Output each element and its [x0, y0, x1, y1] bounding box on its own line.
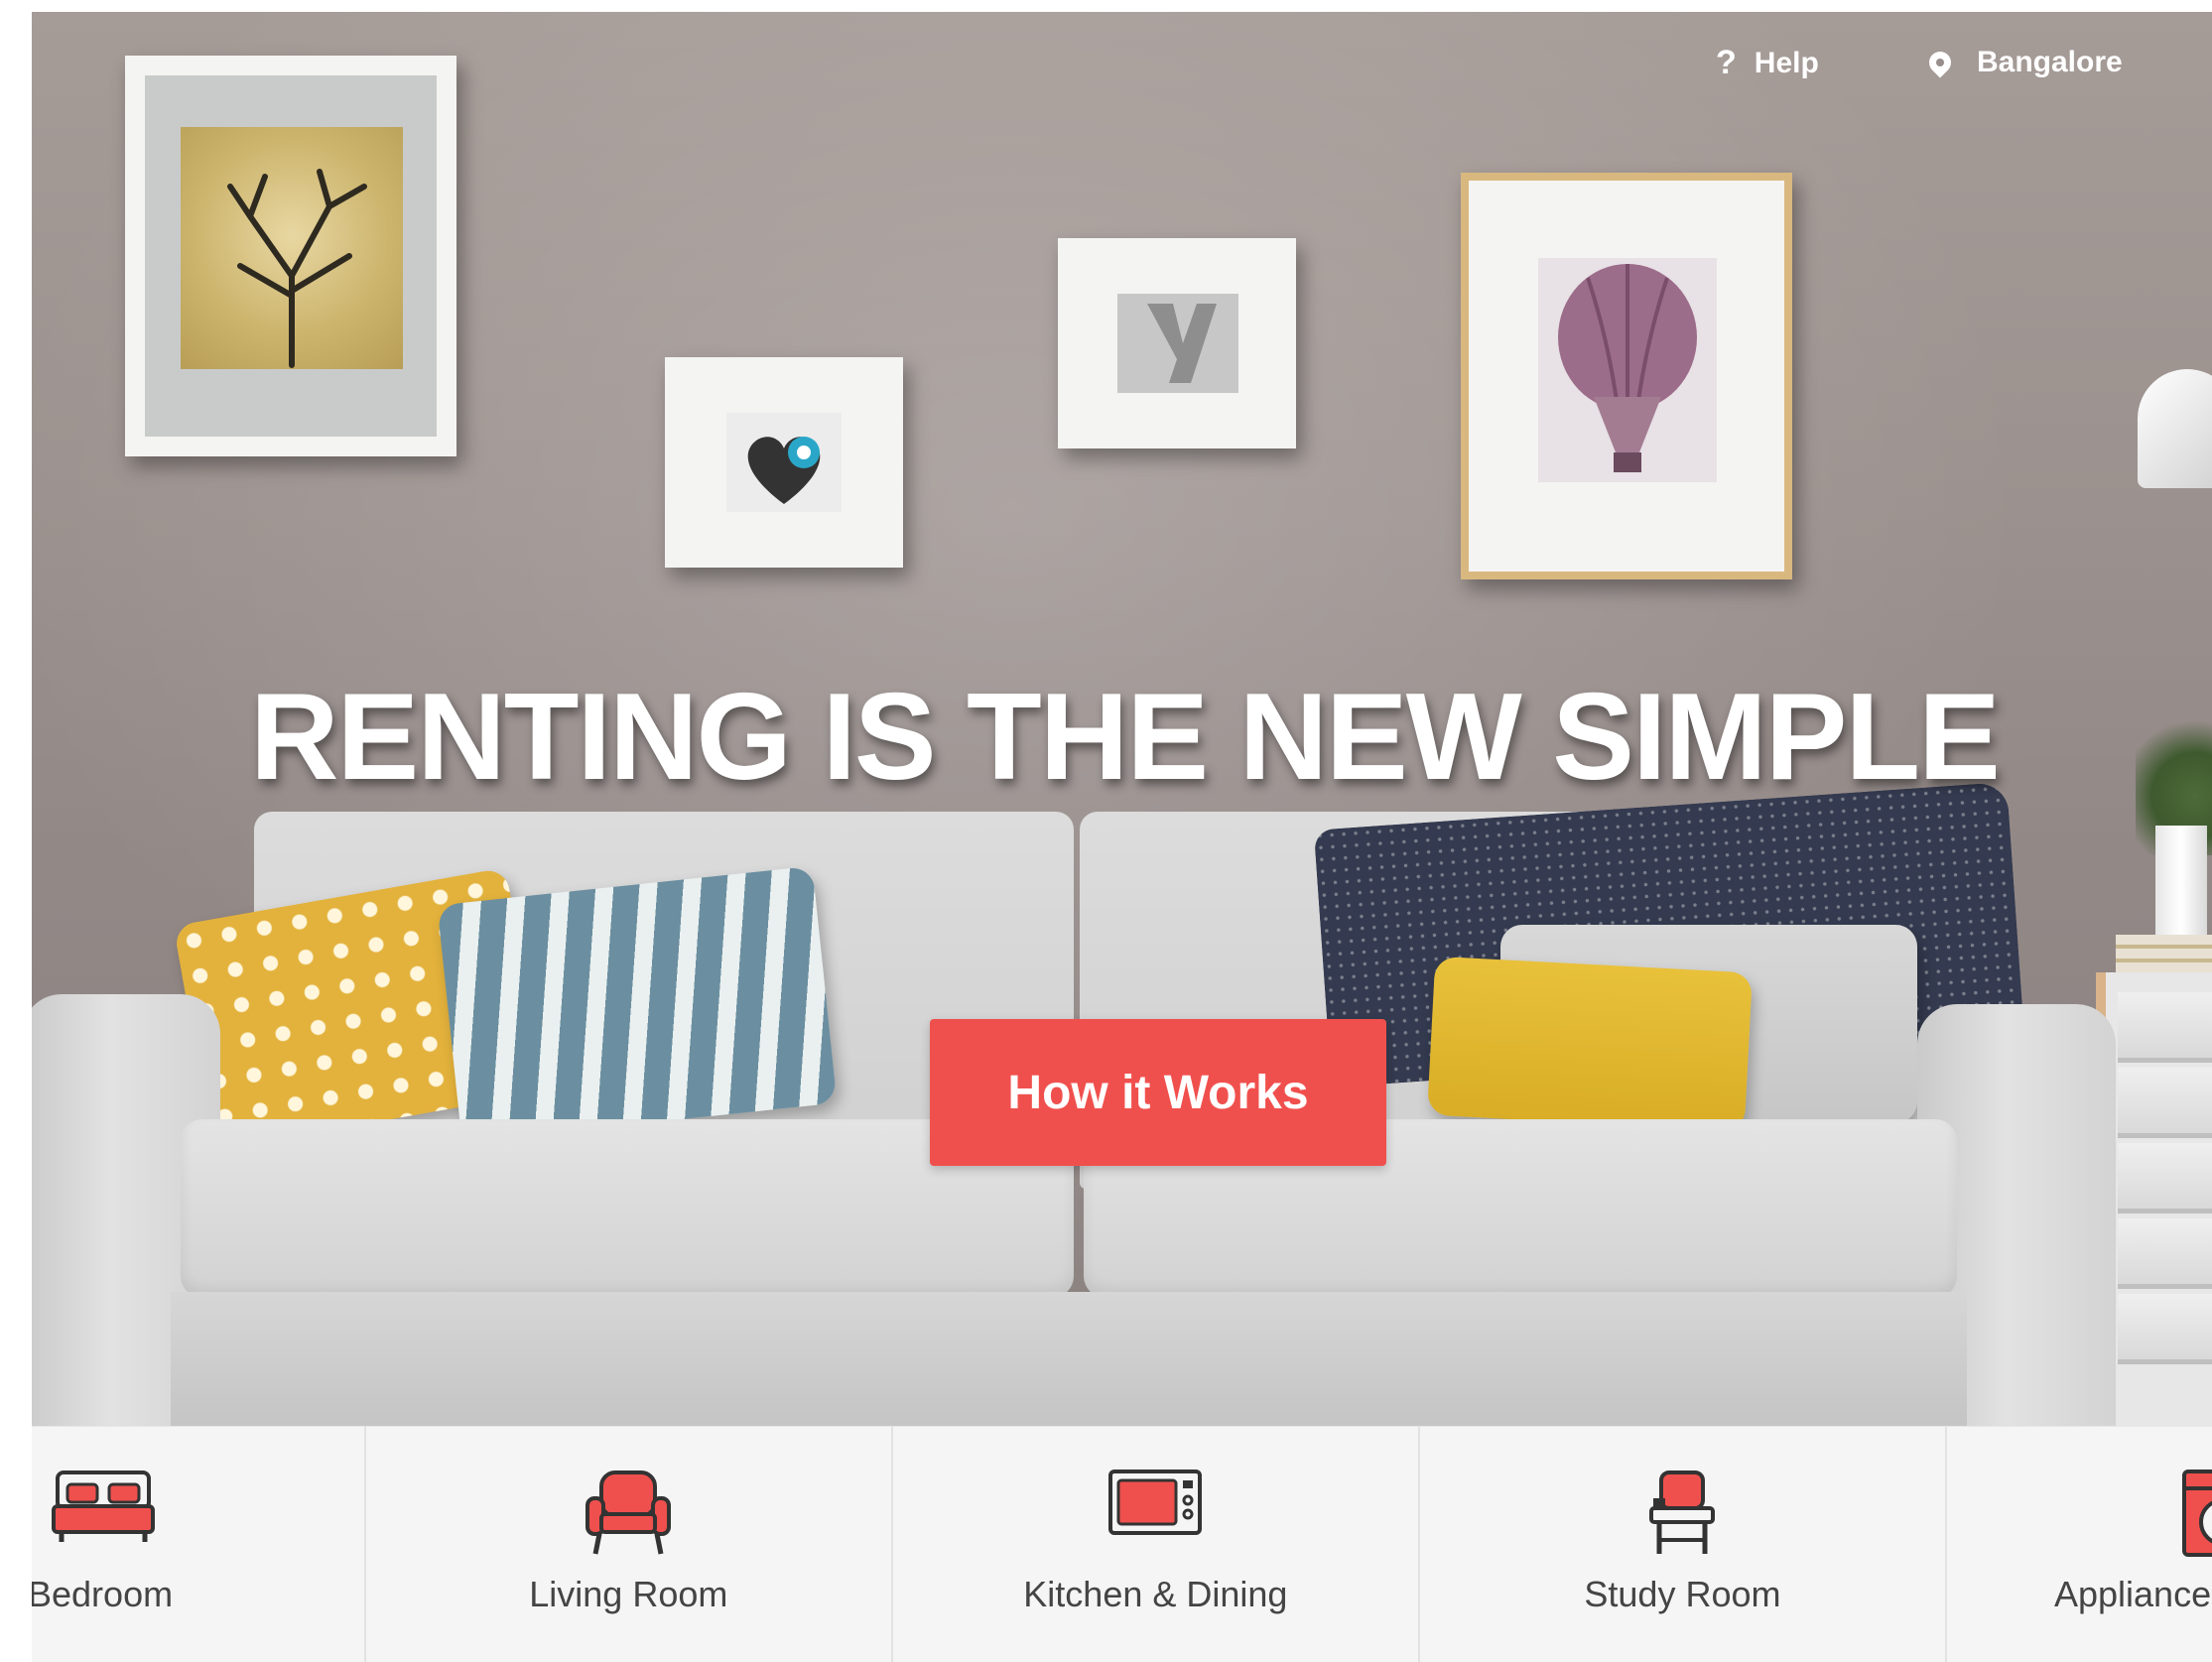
- category-study-room[interactable]: Study Room: [1420, 1427, 1947, 1662]
- page: ? Help Bangalore RENTING IS THE NEW SIMP…: [32, 12, 2212, 1662]
- letter-artwork: [1117, 294, 1238, 393]
- tree-artwork: [181, 127, 403, 369]
- category-label: Study Room: [1584, 1574, 1781, 1614]
- location-selector[interactable]: Bangalore: [1924, 46, 2123, 79]
- striped-pillow: [437, 865, 838, 1143]
- category-label: Bedroom: [32, 1574, 174, 1614]
- wall-frame-letter: [1058, 238, 1296, 448]
- wall-frame-balloon: [1461, 173, 1792, 579]
- category-label: Kitchen & Dining: [1023, 1574, 1288, 1614]
- bed-icon: [52, 1469, 155, 1549]
- washing-machine-icon: [2181, 1469, 2212, 1563]
- category-bar: Bedroom Living Room Kitchen & Dining Stu…: [32, 1426, 2212, 1662]
- how-it-works-button[interactable]: How it Works: [930, 1019, 1386, 1166]
- help-label: Help: [1754, 46, 1819, 79]
- balloon-artwork: [1538, 258, 1717, 482]
- location-label: Bangalore: [1977, 46, 2123, 78]
- microwave-icon: [1107, 1469, 1203, 1541]
- wall-frame-tree: [125, 56, 456, 456]
- plant-vase: [2155, 826, 2207, 935]
- help-icon: ?: [1716, 44, 1737, 81]
- wall-lamp: [2138, 369, 2212, 488]
- category-living-room[interactable]: Living Room: [366, 1427, 893, 1662]
- help-link[interactable]: ? Help: [1716, 44, 1819, 82]
- sofa-base: [171, 1292, 1967, 1426]
- yellow-pillow: [1427, 956, 1753, 1132]
- category-appliance[interactable]: Appliance: [1947, 1427, 2212, 1662]
- category-bedroom[interactable]: Bedroom: [32, 1427, 366, 1662]
- category-label: Appliance: [2053, 1574, 2212, 1614]
- study-chair-icon: [1647, 1469, 1717, 1563]
- hero-banner: ? Help Bangalore RENTING IS THE NEW SIMP…: [32, 12, 2212, 1426]
- armchair-icon: [584, 1469, 673, 1563]
- category-label: Living Room: [529, 1574, 728, 1614]
- wall-frame-heart: [665, 357, 903, 568]
- heart-artwork: [726, 413, 842, 512]
- category-kitchen-dining[interactable]: Kitchen & Dining: [893, 1427, 1420, 1662]
- hero-headline: RENTING IS THE NEW SIMPLE: [250, 669, 2001, 806]
- map-pin-icon: [1924, 47, 1956, 78]
